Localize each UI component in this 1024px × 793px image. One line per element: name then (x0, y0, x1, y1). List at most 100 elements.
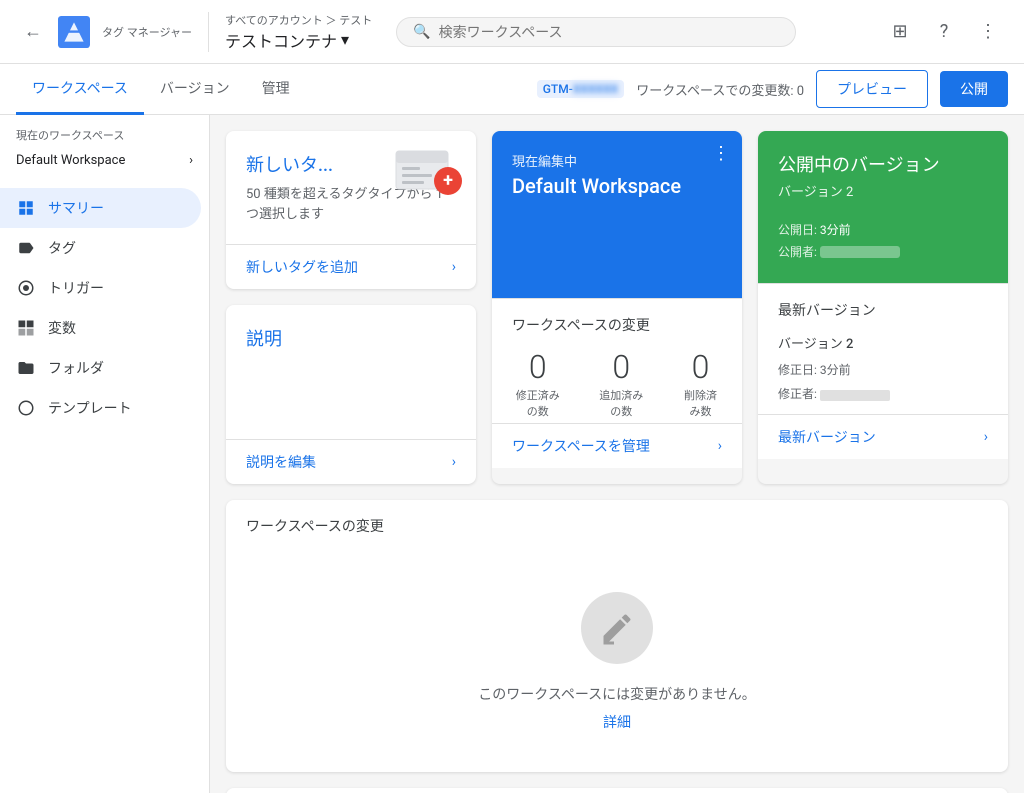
tab-admin[interactable]: 管理 (246, 64, 306, 115)
sidebar-item-tags[interactable]: タグ (0, 228, 201, 268)
column-1: 新しいタ... 50 種類を超えるタグタイプから 1 つ選択します (226, 131, 476, 484)
workspace-name: Default Workspace (16, 153, 125, 168)
container-selector[interactable]: すべてのアカウント ＞ テスト テストコンテナ ▾ (225, 12, 372, 52)
new-tag-link[interactable]: 新しいタグを追加 › (226, 244, 476, 289)
modifier-blurred (820, 390, 890, 401)
description-link[interactable]: 説明を編集 › (226, 439, 476, 484)
more-icon-button[interactable]: ⋮ (968, 12, 1008, 52)
column-3: 公開中のバージョン バージョン 2 公開日: 3分前 公開者: (758, 131, 1008, 484)
latest-version-body: バージョン 2 修正日: 3分前 修正者: (758, 328, 1008, 414)
search-area: 🔍 (396, 17, 796, 47)
added-count: 0 追加済みの数 (596, 351, 648, 419)
description-content (246, 359, 456, 419)
latest-version-title: 最新バージョン (758, 284, 1008, 328)
back-button[interactable]: ← (16, 13, 50, 50)
empty-state-text: このワークスペースには変更がありません。 (478, 684, 755, 704)
trigger-icon (16, 278, 36, 298)
workspace-changes-section: ワークスペースの変更 このワークスペースには変更がありません。 詳細 (226, 500, 1008, 772)
sidebar-nav: サマリー タグ トリガー 変数 (0, 188, 209, 428)
workspace-label: 現在のワークスペース (16, 127, 193, 143)
published-card: 公開中のバージョン バージョン 2 公開日: 3分前 公開者: (758, 131, 1008, 283)
folder-icon (16, 358, 36, 378)
editing-label: 現在編集中 (512, 151, 722, 170)
description-card: 説明 説明を編集 › (226, 305, 476, 484)
latest-version-card: 最新バージョン バージョン 2 修正日: 3分前 修正者: 最新バ (758, 283, 1008, 459)
sidebar-item-summary[interactable]: サマリー (0, 188, 201, 228)
sidebar-item-label: 変数 (48, 318, 76, 338)
published-version: バージョン 2 (778, 181, 988, 200)
workspace-changes-card: ワークスペースの変更 0 修正済みの数 0 追加済みの数 0 削除済み数 (492, 298, 742, 468)
tab-workspace[interactable]: ワークスペース (16, 64, 144, 115)
new-tag-illustration: + (394, 143, 464, 198)
sidebar-item-templates[interactable]: テンプレート (0, 388, 201, 428)
tab-version[interactable]: バージョン (144, 64, 246, 115)
sidebar-item-label: サマリー (48, 198, 104, 218)
nav-tabs: ワークスペース バージョン 管理 GTM-XXXXXX ワークスペースでの変更数… (0, 64, 1024, 115)
template-icon (16, 398, 36, 418)
new-tag-card-body: 新しいタ... 50 種類を超えるタグタイプから 1 つ選択します (226, 131, 476, 244)
latest-modifier-row: 修正者: (778, 382, 988, 406)
workspace-changes-section-title: ワークスペースの変更 (246, 516, 384, 536)
app-header: ← タグ マネージャー すべてのアカウント ＞ テスト テストコンテナ ▾ 🔍 … (0, 0, 1024, 64)
published-title: 公開中のバージョン (778, 151, 988, 177)
published-date-row: 公開日: 3分前 (778, 220, 988, 242)
sidebar-item-variables[interactable]: 変数 (0, 308, 201, 348)
sidebar-item-folders[interactable]: フォルダ (0, 348, 201, 388)
header-divider (208, 12, 209, 52)
empty-state-icon (581, 592, 653, 664)
editing-title: Default Workspace (512, 174, 722, 198)
sidebar-item-triggers[interactable]: トリガー (0, 268, 201, 308)
workspace-chevron: › (189, 153, 193, 168)
modified-count: 0 修正済みの数 (512, 351, 564, 419)
preview-button[interactable]: プレビュー (816, 70, 928, 108)
grid-icon-button[interactable]: ⊞ (880, 12, 920, 52)
breadcrumb: すべてのアカウント ＞ テスト (225, 12, 372, 28)
sidebar-item-label: テンプレート (48, 398, 132, 418)
svg-text:+: + (443, 170, 453, 191)
description-chevron: › (452, 454, 456, 470)
cards-grid: 新しいタ... 50 種類を超えるタグタイプから 1 つ選択します (226, 131, 1008, 484)
description-card-body: 説明 (226, 305, 476, 439)
nav-tabs-right: GTM-XXXXXX ワークスペースでの変更数: 0 プレビュー 公開 (537, 70, 1008, 108)
help-icon-button[interactable]: ? (924, 12, 964, 52)
sidebar-item-label: タグ (48, 238, 76, 258)
manage-workspace-link[interactable]: ワークスペースを管理 › (492, 423, 742, 468)
latest-modified-row: 修正日: 3分前 (778, 358, 988, 382)
variable-icon (16, 318, 36, 338)
sidebar-item-label: フォルダ (48, 358, 104, 378)
new-tag-card: 新しいタ... 50 種類を超えるタグタイプから 1 つ選択します (226, 131, 476, 289)
header-title-group: タグ マネージャー (102, 24, 192, 40)
change-counts: 0 修正済みの数 0 追加済みの数 0 削除済み数 (492, 343, 742, 423)
summary-icon (16, 198, 36, 218)
header-actions: ⊞ ? ⋮ (880, 12, 1008, 52)
sidebar: 現在のワークスペース Default Workspace › サマリー タグ (0, 115, 210, 793)
search-input[interactable] (439, 24, 780, 40)
published-info: 公開日: 3分前 公開者: (778, 220, 988, 263)
app-body: 現在のワークスペース Default Workspace › サマリー タグ (0, 115, 1024, 793)
new-tag-chevron: › (452, 259, 456, 275)
app-name: タグ マネージャー (102, 24, 192, 40)
main-content: 新しいタ... 50 種類を超えるタグタイプから 1 つ選択します (210, 115, 1024, 793)
empty-state-link[interactable]: 詳細 (603, 712, 631, 732)
latest-version-chevron: › (984, 429, 988, 445)
description-title: 説明 (246, 325, 456, 351)
latest-version-link[interactable]: 最新バージョン › (758, 414, 1008, 459)
container-name[interactable]: テストコンテナ ▾ (225, 28, 372, 52)
editing-card: 現在編集中 Default Workspace ⋮ (492, 131, 742, 298)
workspace-changes-title: ワークスペースの変更 (492, 299, 742, 343)
gtm-id-badge: GTM-XXXXXX (537, 80, 625, 98)
search-box[interactable]: 🔍 (396, 17, 796, 47)
editing-menu-button[interactable]: ⋮ (712, 143, 730, 164)
changes-count: ワークスペースでの変更数: 0 (636, 80, 804, 99)
deleted-count: 0 削除済み数 (679, 351, 722, 419)
published-by-row: 公開者: (778, 242, 988, 264)
editing-spacer (512, 258, 722, 278)
header-left: ← タグ マネージャー (16, 13, 192, 50)
search-icon: 🔍 (413, 24, 430, 40)
tag-icon (16, 238, 36, 258)
nav-tabs-left: ワークスペース バージョン 管理 (16, 64, 306, 114)
workspace-changes-empty-state: このワークスペースには変更がありません。 詳細 (226, 552, 1008, 772)
publish-button[interactable]: 公開 (940, 71, 1008, 107)
gtm-id-display: GTM-XXXXXX (537, 80, 625, 98)
workspace-selector[interactable]: Default Workspace › (16, 149, 193, 172)
